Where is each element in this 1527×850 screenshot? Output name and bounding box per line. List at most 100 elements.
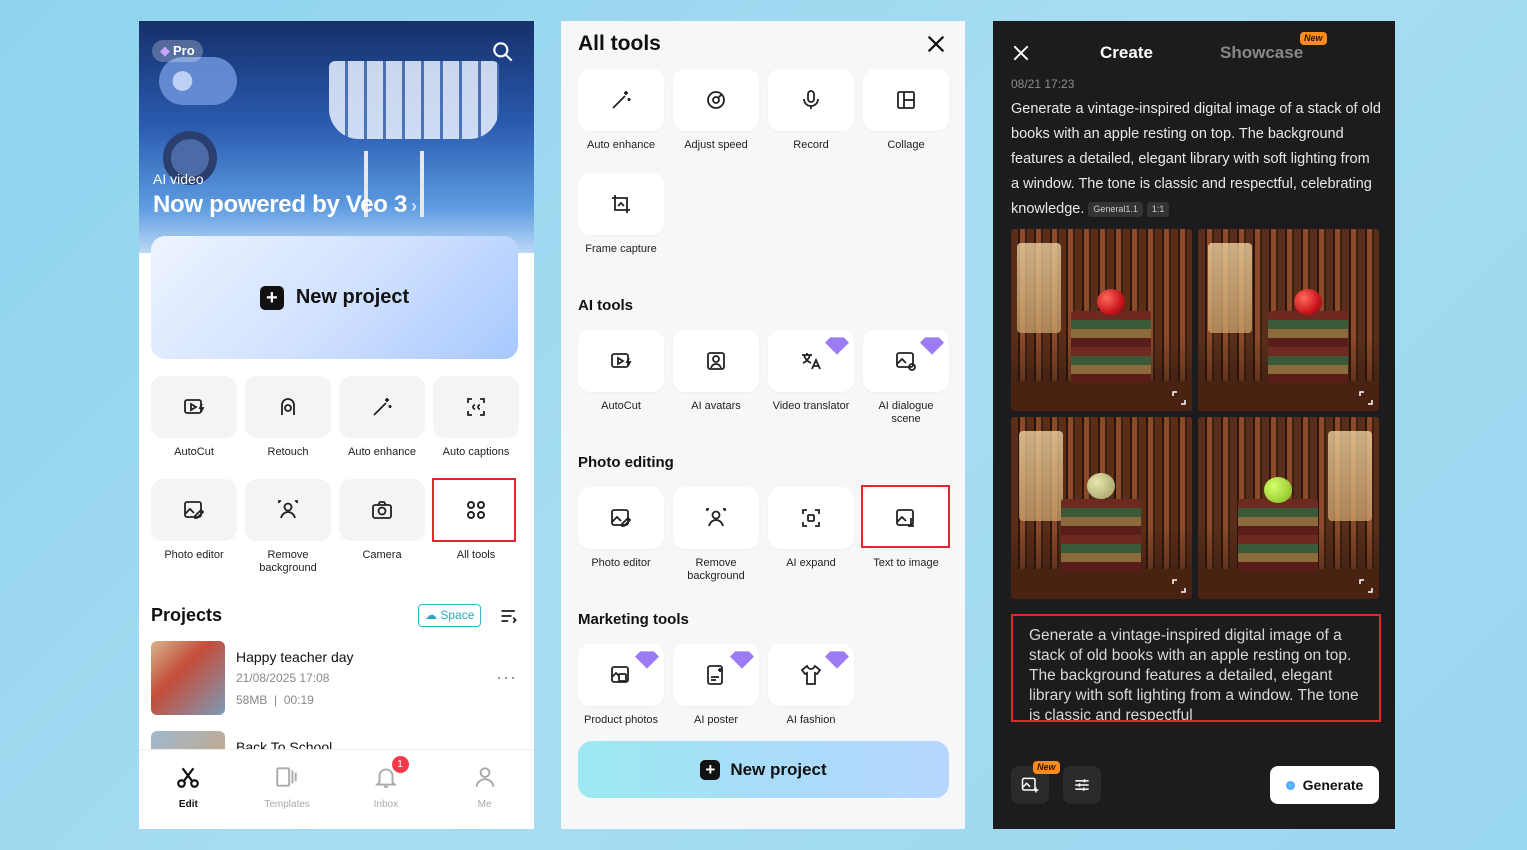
scissors-icon <box>177 767 200 788</box>
settings-button[interactable] <box>1063 766 1101 804</box>
new-project-button[interactable]: + New project <box>578 741 949 798</box>
search-icon[interactable] <box>490 39 516 65</box>
premium-gem-icon <box>825 337 849 355</box>
tab-showcase[interactable]: Showcase <box>1220 43 1303 63</box>
crop-icon <box>612 195 630 213</box>
plus-icon: + <box>700 759 721 780</box>
capcut-home-screen: ◆ Pro AI video Now powered by Veo 3 › + Ne… <box>139 21 534 829</box>
space-button[interactable]: ☁ Space <box>418 604 482 627</box>
tool-camera[interactable]: Camera <box>339 479 425 562</box>
close-icon[interactable] <box>1011 43 1031 63</box>
generated-image[interactable] <box>1198 229 1379 411</box>
captions-icon <box>467 398 485 416</box>
section-title-photo-editing: Photo editing <box>578 454 674 471</box>
tool-autocut[interactable]: AutoCut <box>151 376 237 459</box>
page-title: All tools <box>578 32 661 55</box>
generated-image[interactable] <box>1011 417 1192 599</box>
tool-ai-avatars[interactable]: AI avatars <box>673 330 759 413</box>
camera-icon <box>372 501 392 519</box>
photo-edit-icon <box>184 501 205 519</box>
photo-edit-icon <box>611 509 632 527</box>
premium-gem-icon <box>825 651 849 669</box>
avatar-icon <box>707 352 725 370</box>
autocut-icon <box>611 353 632 368</box>
new-badge: New <box>1300 32 1327 45</box>
more-icon[interactable]: ··· <box>496 667 517 688</box>
nav-templates[interactable]: Templates <box>238 750 337 829</box>
tool-record[interactable]: Record <box>768 69 854 152</box>
microphone-icon <box>803 90 819 109</box>
tool-auto-enhance[interactable]: Auto enhance <box>339 376 425 459</box>
pro-badge[interactable]: ◆ Pro <box>152 40 203 62</box>
all-tools-screen: All tools Auto enhance Adjust speed Reco… <box>561 21 965 829</box>
generated-image[interactable] <box>1011 229 1192 411</box>
new-badge: New <box>1033 761 1060 774</box>
expand-icon[interactable] <box>1172 579 1186 593</box>
section-title-marketing-tools: Marketing tools <box>578 611 689 628</box>
banner-illustration <box>159 57 237 105</box>
nav-inbox[interactable]: 1 Inbox <box>337 750 436 829</box>
nav-edit[interactable]: Edit <box>139 750 238 829</box>
banner-illustration <box>329 61 499 139</box>
poster-icon <box>707 665 723 685</box>
chevron-right-icon: › <box>411 196 417 216</box>
expand-icon <box>802 509 820 527</box>
tool-adjust-speed[interactable]: Adjust speed <box>673 69 759 152</box>
projects-title: Projects <box>151 605 223 625</box>
tool-retouch[interactable]: Retouch <box>245 376 331 459</box>
person-icon <box>706 508 726 527</box>
sort-icon[interactable] <box>499 606 519 626</box>
ratio-chip: 1:1 <box>1146 202 1170 217</box>
tool-remove-background[interactable]: Remove background <box>245 479 331 575</box>
tool-remove-background[interactable]: Remove background <box>673 487 759 583</box>
prompt-history: Generate a vintage-inspired digital imag… <box>1011 101 1381 217</box>
highlight-frame <box>432 478 516 542</box>
translate-icon <box>802 353 821 370</box>
dialogue-image-icon <box>896 352 916 371</box>
tool-video-translator[interactable]: Video translator <box>768 330 854 413</box>
speed-icon <box>707 91 725 109</box>
retouch-icon <box>281 398 295 415</box>
tool-auto-enhance[interactable]: Auto enhance <box>578 69 664 152</box>
tab-create[interactable]: Create <box>1100 43 1153 63</box>
expand-icon[interactable] <box>1359 391 1373 405</box>
tool-ai-expand[interactable]: AI expand <box>768 487 854 570</box>
premium-gem-icon <box>635 651 659 669</box>
magic-wand-icon <box>373 398 392 416</box>
tool-ai-fashion[interactable]: AI fashion <box>768 644 854 727</box>
tool-product-photos[interactable]: Product photos <box>578 644 664 727</box>
model-chip: General1.1 <box>1088 202 1143 217</box>
expand-icon[interactable] <box>1359 579 1373 593</box>
autocut-icon <box>184 399 205 414</box>
notification-badge: 1 <box>391 756 409 773</box>
plus-icon: + <box>259 285 284 310</box>
banner-title[interactable]: Now powered by Veo 3 › <box>153 191 417 219</box>
tool-ai-poster[interactable]: AI poster <box>673 644 759 727</box>
tool-frame-capture[interactable]: Frame capture <box>578 173 664 256</box>
sliders-icon <box>1075 779 1089 791</box>
new-project-button[interactable]: + New project <box>151 236 518 359</box>
templates-icon <box>276 767 297 787</box>
tool-collage[interactable]: Collage <box>863 69 949 152</box>
tshirt-icon <box>800 664 822 685</box>
sparkle-icon <box>1285 780 1295 790</box>
banner-label: AI video <box>153 171 204 187</box>
nav-me[interactable]: Me <box>435 750 534 829</box>
expand-icon[interactable] <box>1172 391 1186 405</box>
tool-ai-dialogue-scene[interactable]: AI dialogue scene <box>863 330 949 426</box>
close-icon[interactable] <box>925 33 947 55</box>
user-icon <box>475 767 495 788</box>
prompt-input[interactable]: Generate a vintage-inspired digital imag… <box>1011 614 1381 722</box>
timestamp: 08/21 17:23 <box>1011 77 1075 91</box>
diamond-icon: ◆ <box>160 43 170 58</box>
tool-photo-editor[interactable]: Photo editor <box>578 487 664 570</box>
ai-video-banner[interactable]: ◆ Pro AI video Now powered by Veo 3 › <box>139 21 534 253</box>
generate-button[interactable]: Generate <box>1270 766 1379 804</box>
generated-image[interactable] <box>1198 417 1379 599</box>
tool-photo-editor[interactable]: Photo editor <box>151 479 237 562</box>
tool-autocut[interactable]: AutoCut <box>578 330 664 413</box>
person-icon <box>278 500 298 519</box>
premium-gem-icon <box>730 651 754 669</box>
tool-auto-captions[interactable]: Auto captions <box>433 376 519 459</box>
project-row[interactable]: Happy teacher day 21/08/2025 17:08 58MB … <box>151 641 521 717</box>
